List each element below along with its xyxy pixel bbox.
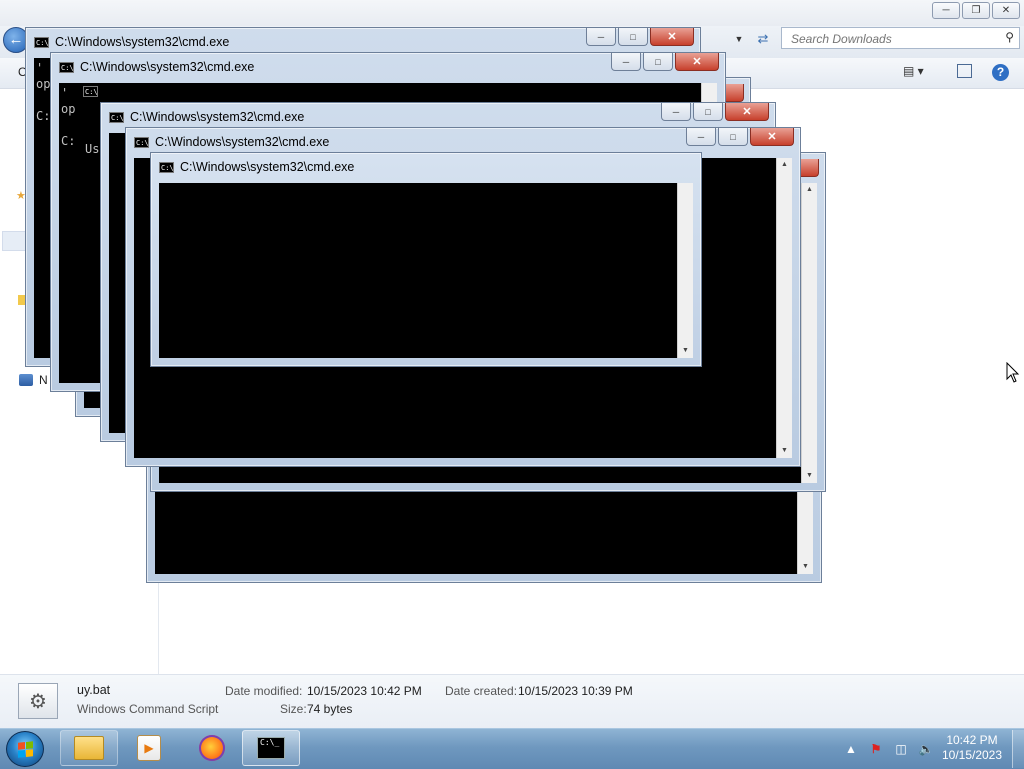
scroll-down-arrow-icon[interactable]: ▼ xyxy=(777,444,792,458)
view-icon: ▤ xyxy=(903,64,915,78)
window-title: C:\ C:\Windows\system32\cmd.exe xyxy=(83,84,278,98)
window-title-text: C:\Windows\system32\cmd.exe xyxy=(55,35,230,49)
minimize-button[interactable]: ─ xyxy=(586,28,616,46)
cmd-icon: C:\ xyxy=(159,161,174,173)
minimize-button[interactable]: ─ xyxy=(686,128,716,146)
taskbar-media-player-button[interactable]: ▶ xyxy=(120,730,178,766)
scroll-down-arrow-icon[interactable]: ▼ xyxy=(802,469,817,483)
explorer-title-bar: ─ ❐ ✕ xyxy=(0,0,1024,26)
minimize-button[interactable]: ─ xyxy=(661,103,691,121)
show-hidden-icons-arrow-icon[interactable]: ▲ xyxy=(843,741,859,757)
preview-pane-button[interactable] xyxy=(957,64,972,78)
refresh-button[interactable]: ⇄ xyxy=(752,29,774,49)
nav-item-network-label: N xyxy=(39,373,48,387)
cmd-icon: C:\ xyxy=(59,61,74,73)
volume-muted-icon[interactable]: 🔈 xyxy=(918,741,934,757)
window-title: C:\ C:\Windows\system32\cmd.exe xyxy=(34,35,229,49)
window-title-text: C:\Windows\system32\cmd.exe xyxy=(155,135,330,149)
window-caption-buttons: ─ □ ✕ xyxy=(686,128,794,146)
console-scrollbar[interactable]: ▼ xyxy=(677,183,693,358)
maximize-button[interactable]: □ xyxy=(618,28,648,46)
close-button[interactable]: ✕ xyxy=(750,128,794,146)
refresh-icon: ⇄ xyxy=(757,31,769,46)
close-button[interactable]: ✕ xyxy=(650,28,694,46)
clock-time: 10:42 PM xyxy=(946,733,998,747)
explorer-minimize-button[interactable]: ─ xyxy=(932,2,960,19)
window-caption-buttons: ─ □ ✕ xyxy=(611,53,719,71)
start-button[interactable] xyxy=(6,731,44,767)
mouse-cursor-icon xyxy=(1006,362,1020,383)
change-view-button[interactable]: ▤ ▾ xyxy=(903,64,924,78)
maximize-button[interactable]: □ xyxy=(693,103,723,121)
back-arrow-icon: ← xyxy=(8,31,24,48)
date-created-label: Date created: xyxy=(445,684,518,698)
network-icon xyxy=(19,374,33,386)
scroll-up-arrow-icon[interactable]: ▲ xyxy=(777,158,792,172)
cmd-window-6[interactable]: C:\ C:\Windows\system32\cmd.exe ▼ xyxy=(150,152,702,367)
taskbar-clock[interactable]: 10:42 PM 10/15/2023 xyxy=(936,733,1008,763)
window-title-text: C:\Windows\system32\cmd.exe xyxy=(80,60,255,74)
taskbar-explorer-button[interactable] xyxy=(60,730,118,766)
window-title: C:\ C:\Windows\system32\cmd.exe xyxy=(109,110,304,124)
nav-item-network[interactable]: N xyxy=(19,373,48,387)
command-prompt-icon: C:\_ xyxy=(257,737,285,759)
media-player-icon: ▶ xyxy=(137,735,161,761)
scroll-down-arrow-icon[interactable]: ▼ xyxy=(678,344,693,358)
maximize-button[interactable]: □ xyxy=(643,53,673,71)
close-button[interactable]: ✕ xyxy=(675,53,719,71)
explorer-restore-button[interactable]: ❐ xyxy=(962,2,990,19)
window-title: C:\ C:\Windows\system32\cmd.exe xyxy=(59,60,254,74)
file-type: Windows Command Script xyxy=(77,702,219,716)
console-scrollbar[interactable]: ▲ ▼ xyxy=(776,158,792,458)
cmd-icon: C:\ xyxy=(34,36,49,48)
search-input[interactable] xyxy=(789,29,998,49)
show-desktop-button[interactable] xyxy=(1012,730,1024,768)
network-status-icon[interactable]: ◫ xyxy=(893,741,909,757)
firefox-icon xyxy=(199,735,225,761)
batch-file-icon: ⚙ xyxy=(18,683,58,719)
size-label: Size: xyxy=(280,702,307,716)
address-dropdown-button[interactable]: ▼ xyxy=(730,31,748,47)
cmd-icon: C:\ xyxy=(109,111,124,123)
cmd-icon: C:\ xyxy=(134,136,149,148)
maximize-button[interactable]: □ xyxy=(718,128,748,146)
window-title-text: C:\Windows\system32\cmd.exe xyxy=(104,84,279,98)
folder-icon xyxy=(74,736,104,760)
explorer-close-button[interactable]: ✕ xyxy=(992,2,1020,19)
size-value: 74 bytes xyxy=(307,702,353,716)
search-icon[interactable]: ⚲ xyxy=(1005,30,1014,44)
help-icon[interactable]: ? xyxy=(992,64,1009,81)
file-name: uy.bat xyxy=(77,683,111,697)
window-title: C:\ C:\Windows\system32\cmd.exe xyxy=(159,160,354,174)
date-created-value: 10/15/2023 10:39 PM xyxy=(518,684,633,698)
cmd-icon: C:\ xyxy=(83,85,98,97)
close-button[interactable]: ✕ xyxy=(725,103,769,121)
window-title: C:\ C:\Windows\system32\cmd.exe xyxy=(134,135,329,149)
search-box[interactable]: ⚲ xyxy=(781,27,1020,49)
explorer-caption-buttons: ─ ❐ ✕ xyxy=(932,2,1020,19)
windows-logo-icon xyxy=(17,740,33,758)
action-center-flag-icon[interactable]: ⚑ xyxy=(868,741,884,757)
clock-date: 10/15/2023 xyxy=(941,748,1003,762)
window-title-text: C:\Windows\system32\cmd.exe xyxy=(180,160,355,174)
console-output[interactable] xyxy=(159,183,677,358)
date-modified-label: Date modified: xyxy=(225,684,303,698)
date-modified-value: 10/15/2023 10:42 PM xyxy=(307,684,422,698)
minimize-button[interactable]: ─ xyxy=(611,53,641,71)
window-caption-buttons: ─ □ ✕ xyxy=(586,28,694,46)
window-caption-buttons: ─ □ ✕ xyxy=(661,103,769,121)
taskbar-firefox-button[interactable] xyxy=(183,730,241,766)
scroll-down-arrow-icon[interactable]: ▼ xyxy=(798,560,813,574)
window-title-text: C:\Windows\system32\cmd.exe xyxy=(130,110,305,124)
scroll-up-arrow-icon[interactable]: ▲ xyxy=(802,183,817,197)
console-scrollbar[interactable]: ▲ ▼ xyxy=(801,183,817,483)
system-tray: ▲ ⚑ ◫ 🔈 xyxy=(843,734,934,764)
taskbar-cmd-button[interactable]: C:\_ xyxy=(242,730,300,766)
